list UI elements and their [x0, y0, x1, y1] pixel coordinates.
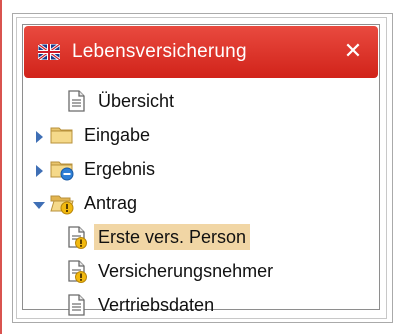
tree-item-label: Ergebnis	[84, 159, 156, 179]
tree-item-label: Übersicht	[98, 91, 175, 111]
tree-item-versicherungsnehmer[interactable]: Versicherungsnehmer	[24, 254, 378, 288]
tree-item-antrag[interactable]: Antrag	[24, 186, 378, 220]
expand-arrow-icon[interactable]	[32, 162, 46, 177]
tree-item-label: Erste vers. Person	[94, 224, 251, 250]
folder-open-warning-icon	[50, 191, 74, 215]
tree-item-label: Vertriebsdaten	[98, 295, 215, 315]
tree-item-ergebnis[interactable]: Ergebnis	[24, 152, 378, 186]
navigation-tree: Übersicht Eingabe Ergebnis Antrag Erste …	[24, 84, 378, 322]
tree-item-uebersicht[interactable]: Übersicht	[24, 84, 378, 118]
page-edge-accent	[0, 0, 2, 334]
tree-item-label: Eingabe	[84, 125, 151, 145]
screen: Lebensversicherung ✕ Übersicht Eingabe E…	[0, 0, 404, 334]
collapse-arrow-icon[interactable]	[32, 196, 46, 210]
tree-item-label: Antrag	[84, 193, 138, 213]
panel-title: Lebensversicherung	[72, 41, 247, 62]
document-warning-icon	[64, 225, 88, 249]
close-icon[interactable]: ✕	[342, 38, 364, 64]
panel-header: Lebensversicherung ✕	[24, 26, 378, 78]
document-icon	[64, 293, 88, 317]
tree-item-eingabe[interactable]: Eingabe	[24, 118, 378, 152]
tree-item-erste-vers-person[interactable]: Erste vers. Person	[24, 220, 378, 254]
tree-item-label: Versicherungsnehmer	[98, 261, 274, 281]
expand-arrow-icon[interactable]	[32, 128, 46, 143]
folder-icon	[50, 123, 74, 147]
tree-item-vertriebsdaten[interactable]: Vertriebsdaten	[24, 288, 378, 322]
flag-icon	[37, 42, 61, 62]
document-icon	[64, 89, 88, 113]
document-warning-icon	[64, 259, 88, 283]
folder-info-icon	[50, 157, 74, 181]
